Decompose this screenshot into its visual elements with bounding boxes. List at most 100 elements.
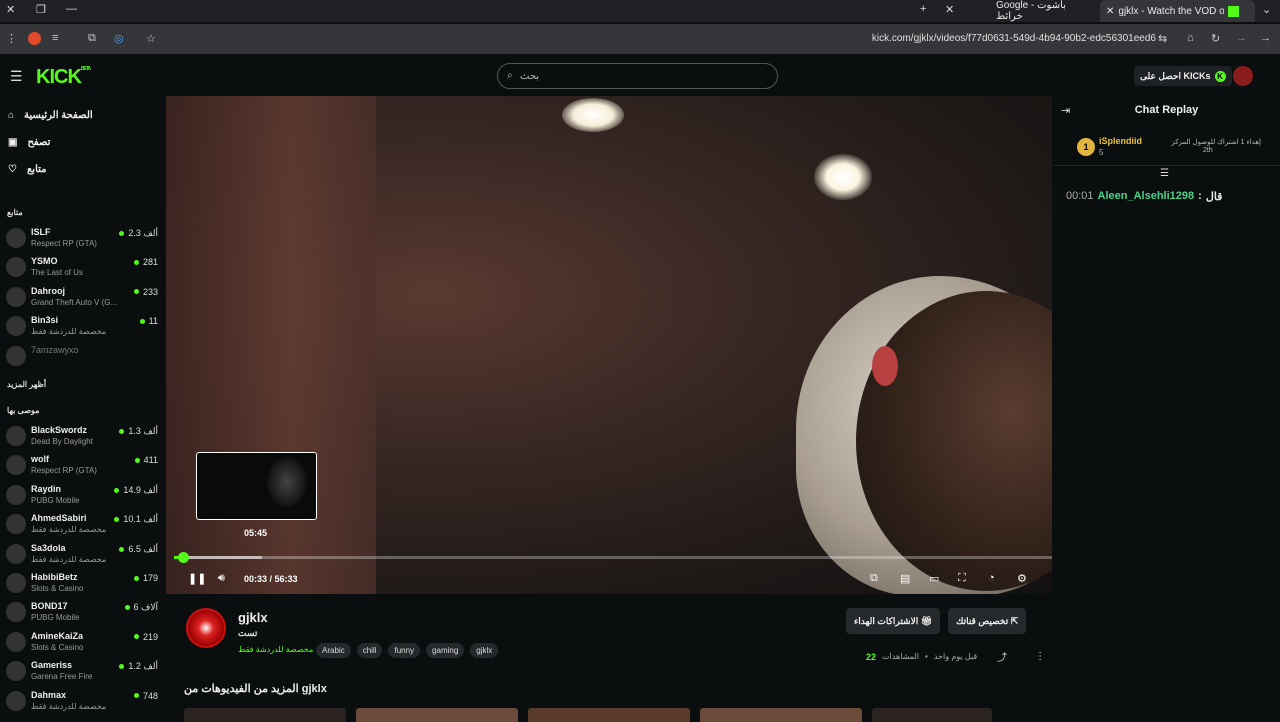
get-kicks-button[interactable]: احصل على KICKs K [1134, 66, 1232, 86]
video-category[interactable]: مخصصة للدردشة فقط [238, 645, 313, 654]
customize-channel-button[interactable]: تخصيص قناتك ⇱ [948, 608, 1027, 634]
channel-name: Gameriss [31, 660, 73, 671]
sidebar-channel-bin3si[interactable]: Bin3si مخصصة للدردشة فقط 11 [6, 312, 158, 340]
browse-icon: ▣ [8, 137, 18, 148]
live-dot-icon [114, 517, 120, 523]
hamburger-menu-icon[interactable]: ☰ [10, 68, 23, 85]
tab-list-icon[interactable]: ⌄ [1262, 3, 1271, 16]
restore-window-icon[interactable]: ❐ [36, 3, 46, 16]
sidebar-channel-sa3dola[interactable]: Sa3dola مخصصة للدردشة فقط 6.5 ألف [6, 540, 158, 568]
pinned-username[interactable]: iSplendiid [1099, 136, 1142, 146]
tag[interactable]: Arabic [316, 643, 351, 658]
sidebar-channel-dahmax[interactable]: Dahmax مخصصة للدردشة فقط 748 [6, 687, 158, 715]
channel-name[interactable]: gjklx [238, 610, 268, 625]
message-text: قال [1205, 191, 1223, 203]
more-options-icon[interactable]: ⋮ [1035, 651, 1045, 662]
close-window-icon[interactable]: ✕ [6, 3, 15, 16]
pause-icon[interactable]: ❚❚ [188, 572, 206, 585]
pinned-position: 2th [1203, 147, 1213, 154]
channel-name: BOND17 [31, 601, 68, 612]
channel-avatar [6, 228, 26, 248]
sidebar-channel-habibibetz[interactable]: HabibiBetz Slots & Casino 179 [6, 569, 158, 597]
new-tab-icon[interactable]: + [920, 3, 926, 15]
tag[interactable]: gjklx [470, 643, 499, 658]
sidebar-channel-bond17[interactable]: BOND17 PUBG Mobile 6 آلاف [6, 598, 158, 626]
sidebar-item-home[interactable]: ⌂ الصفحة الرئيسية [8, 110, 93, 121]
tag[interactable]: chill [356, 643, 383, 658]
site-settings-icon[interactable]: ⇆ [1158, 32, 1167, 45]
viewer-count: 1.3 ألف [119, 426, 158, 437]
reload-icon[interactable]: ↻ [1211, 32, 1220, 45]
tag[interactable]: funny [388, 643, 421, 658]
reading-list-icon[interactable]: ≡ [52, 32, 58, 44]
more-videos-heading: المزيد من الفيديوهات من gjklx [184, 683, 327, 695]
channel-name: AhmedSabiri [31, 513, 87, 524]
home-icon: ⌂ [8, 110, 15, 121]
viewer-count: 2.3 ألف [119, 228, 158, 239]
video-player[interactable]: 05:45 ❚❚ 🔊︎ 00:33 / 56:33 ⧉ ▤ ▭ ⛶ ◔ ⚙ [166, 96, 1052, 594]
heart-icon: ♡ [8, 164, 17, 175]
sidebar-channel-7amzawyxo[interactable]: 7amzawyxo [6, 342, 158, 370]
channel-category: Slots & Casino [31, 642, 84, 652]
back-icon[interactable]: → [1260, 32, 1271, 44]
theater-mode-icon[interactable]: ▭ [929, 572, 939, 585]
channel-avatar [6, 286, 26, 307]
message-username[interactable]: Aleen_Alsehli1298 [1098, 190, 1195, 203]
picture-in-picture-icon[interactable]: ⧉ [870, 572, 878, 585]
kick-logo[interactable]: KICKBETA [36, 66, 91, 89]
sidebar-channel-aminekaiza[interactable]: AmineKaiZa Slots & Casino 219 [6, 628, 158, 656]
sidebar-channel-raydin[interactable]: Raydin PUBG Mobile 14.9 ألف [6, 481, 158, 509]
channel-avatar [6, 316, 26, 337]
seek-bar[interactable] [174, 552, 1052, 563]
sidebar-channel-ahmedsabiri[interactable]: AhmedSabiri مخصصة للدردشة فقط 10.1 ألف [6, 510, 158, 538]
gift-subs-button[interactable]: الاشتراكات الهداء 🎁︎ [846, 608, 941, 634]
live-dot-icon [133, 575, 139, 581]
seek-handle[interactable] [177, 552, 189, 563]
close-tab-icon[interactable]: ✕ [1106, 6, 1114, 17]
menu-icon[interactable]: ⋮ [6, 32, 17, 45]
tab-maps[interactable]: Google باشوت - خرائط [990, 0, 1096, 22]
bookmark-star-icon[interactable]: ☆ [146, 32, 156, 45]
channel-avatar[interactable] [186, 608, 226, 648]
settings-gear-icon[interactable]: ⚙ [1017, 572, 1027, 585]
sidebar-item-following[interactable]: ♡ متابع [8, 164, 47, 175]
clip-icon[interactable]: ▤ [900, 572, 910, 585]
sidebar-channel-wolf[interactable]: wolf Respect RP (GTA) 411 [6, 451, 158, 479]
close-tab-icon[interactable]: ✕ [945, 3, 954, 16]
share-icon[interactable]: ⤴ [997, 649, 1007, 664]
home-icon[interactable]: ⌂ [1187, 32, 1194, 44]
playback-speed-icon[interactable]: ◔ [988, 572, 995, 584]
pinned-gift-leaderboard[interactable]: 1 iSplendiid 5 إهداء 1 اشتراك للوصول الم… [1053, 130, 1280, 166]
sidebar-channel-ysmo[interactable]: YSMO The Last of Us 281 [6, 253, 158, 281]
tag[interactable]: gaming [426, 643, 465, 658]
chat-filter-icon[interactable]: ☰ [1160, 168, 1169, 179]
forward-icon[interactable]: → [1236, 32, 1247, 44]
sidebar-item-browse[interactable]: ▣ تصفح [8, 137, 50, 148]
extension-icon[interactable] [28, 32, 41, 45]
fullscreen-icon[interactable]: ⛶ [958, 572, 966, 585]
audio-icon[interactable]: ◎ [114, 32, 124, 45]
live-dot-icon [133, 693, 139, 699]
rank-badge: 1 [1077, 138, 1095, 156]
search-input[interactable]: ⌕ بحث [497, 63, 778, 89]
live-dot-icon [119, 546, 125, 552]
viewer-count: 11 [139, 316, 158, 326]
viewer-count: 6.5 ألف [119, 544, 158, 555]
sidebar-channel-gameriss[interactable]: Gameriss Garena Free Fire 1.2 ألف [6, 657, 158, 685]
viewer-count: 6 آلاف [124, 602, 158, 613]
sidebar-channel-dahrooj[interactable]: Dahrooj Grand Theft Auto V (G... 233 [6, 283, 158, 311]
channel-name: Dahrooj [31, 285, 66, 296]
sidebar-channel-islf[interactable]: ISLF Respect RP (GTA) 2.3 ألف [6, 224, 158, 252]
user-avatar[interactable] [1233, 66, 1253, 86]
channel-category: مخصصة للدردشة فقط [31, 701, 107, 711]
recommended-heading: موصى بها [7, 406, 40, 415]
extensions-icon[interactable]: ⧉ [88, 32, 96, 45]
url-field[interactable]: kick.com/gjklx/videos/f77d0631-549d-4b94… [872, 33, 1156, 44]
time-display: 00:33 / 56:33 [244, 574, 298, 584]
volume-icon[interactable]: 🔊︎ [218, 572, 225, 585]
video-frame-light [814, 154, 872, 200]
minimize-window-icon[interactable]: — [66, 3, 77, 15]
show-more-link[interactable]: أظهر المزيد [7, 380, 46, 389]
tab-kick[interactable]: ✕ gjklx - Watch the VOD on K [1100, 0, 1255, 22]
sidebar-channel-blackswordz[interactable]: BlackSwordz Dead By Daylight 1.3 ألف [6, 422, 158, 450]
